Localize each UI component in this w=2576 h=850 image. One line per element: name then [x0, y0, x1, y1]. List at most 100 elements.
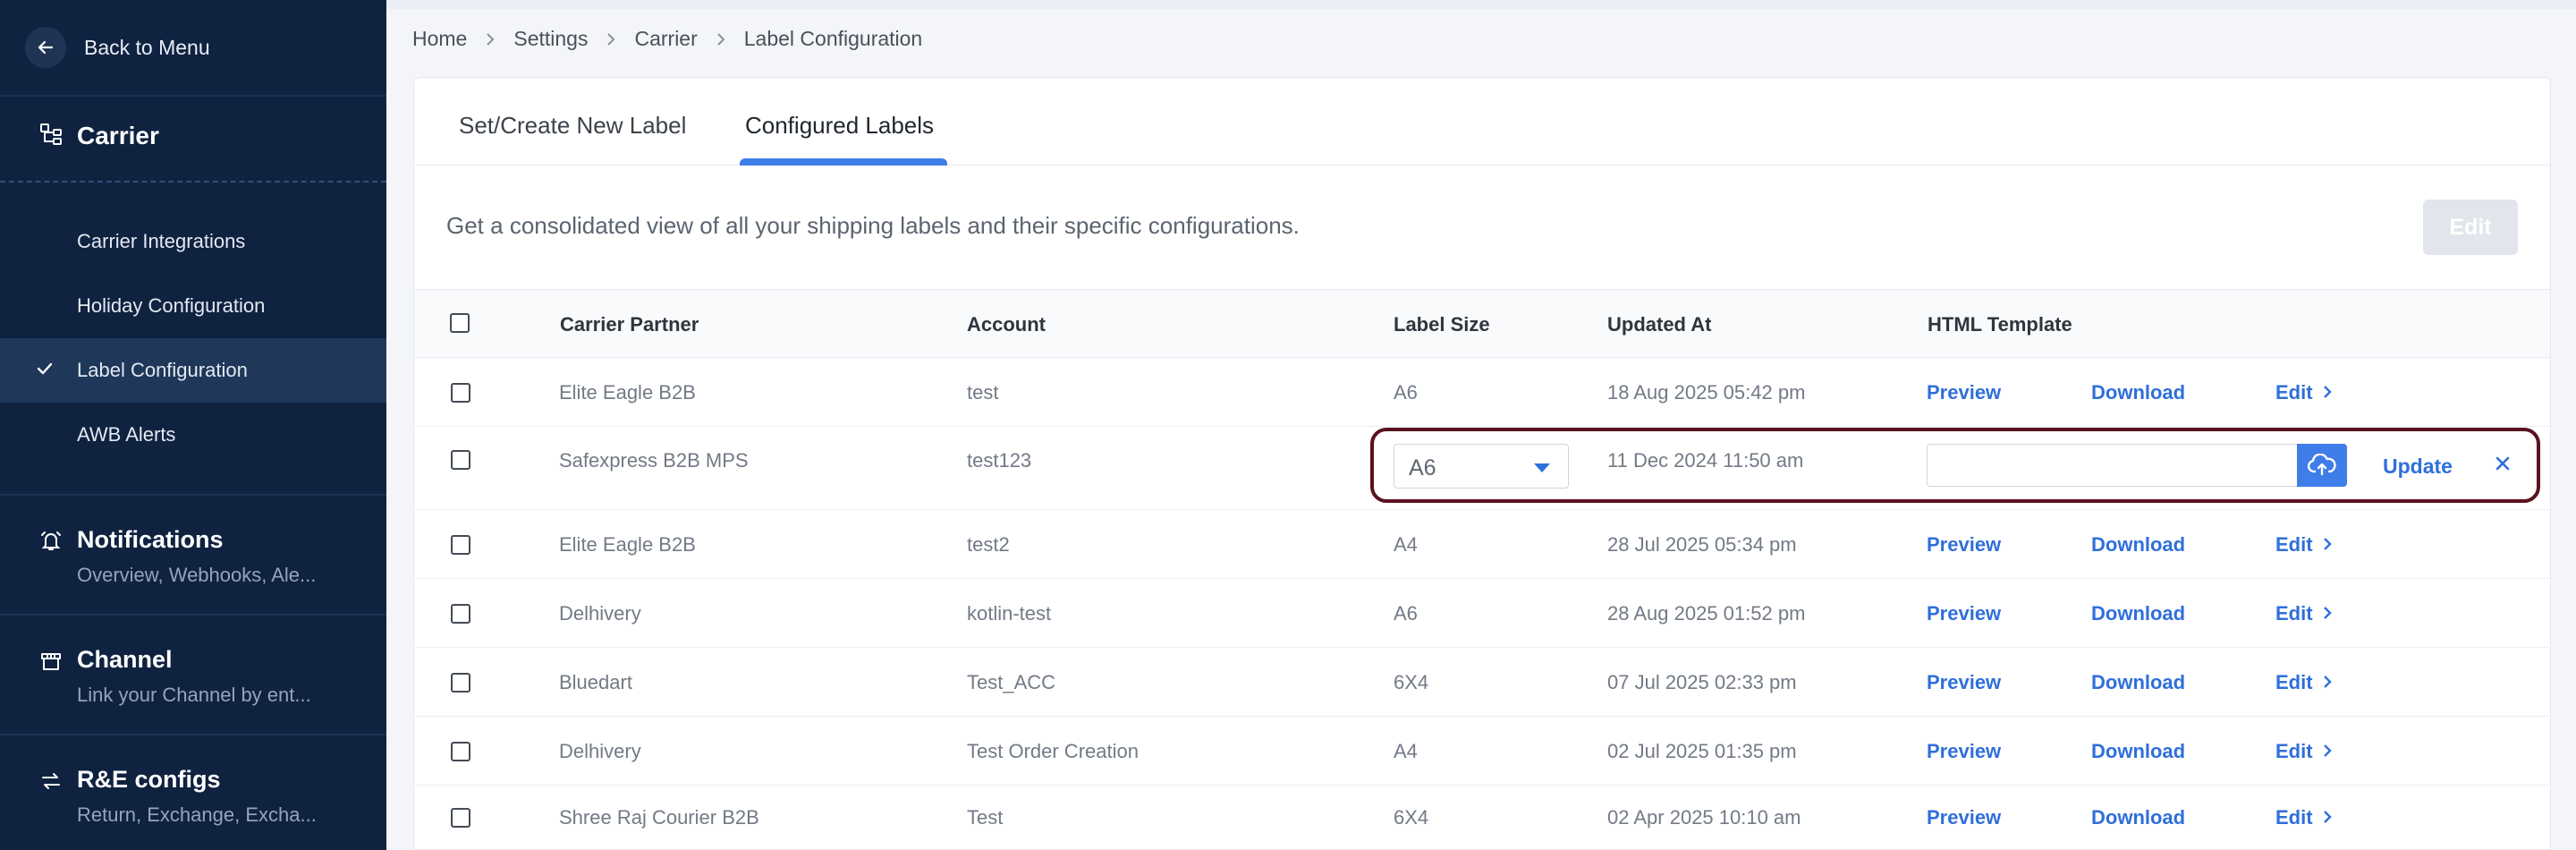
- edit-row-link[interactable]: Edit: [2275, 533, 2333, 557]
- download-link[interactable]: Download: [2091, 671, 2185, 694]
- download-link[interactable]: Download: [2091, 602, 2185, 625]
- download-link[interactable]: Download: [2091, 381, 2185, 404]
- group-title: Channel: [77, 646, 173, 673]
- preview-link[interactable]: Preview: [1927, 602, 2001, 625]
- cell-carrier-partner: Bluedart: [559, 671, 632, 693]
- chevron-right-icon: [2313, 806, 2333, 829]
- sidebar-item-label-configuration[interactable]: Label Configuration: [0, 338, 386, 403]
- edit-row-label: Edit: [2275, 740, 2313, 762]
- column-header-label-size: Label Size: [1394, 313, 1490, 336]
- row-checkbox[interactable]: [451, 450, 470, 470]
- column-header-updated-at: Updated At: [1607, 313, 1712, 336]
- table-row: [413, 510, 2551, 579]
- sidebar-section-title: Carrier: [77, 122, 159, 149]
- edit-row-label: Edit: [2275, 533, 2313, 556]
- cell-label-size: A4: [1394, 533, 1418, 556]
- sidebar-item-awb-alerts[interactable]: AWB Alerts: [0, 403, 386, 467]
- sidebar-group-notifications[interactable]: Notifications Overview, Webhooks, Ale...: [0, 494, 386, 614]
- cell-carrier-partner: Safexpress B2B MPS: [559, 449, 749, 472]
- page-description: Get a consolidated view of all your ship…: [446, 212, 1300, 239]
- sidebar-item-holiday-configuration[interactable]: Holiday Configuration: [0, 274, 386, 338]
- group-title: Notifications: [77, 526, 224, 553]
- edit-row-link[interactable]: Edit: [2275, 671, 2333, 694]
- caret-down-icon: [1534, 463, 1550, 472]
- cell-carrier-partner: Delhivery: [559, 602, 641, 625]
- chevron-right-icon: [716, 32, 726, 47]
- edit-row-link[interactable]: Edit: [2275, 381, 2333, 404]
- download-link[interactable]: Download: [2091, 806, 2185, 829]
- cell-label-size: A6: [1394, 602, 1418, 625]
- row-checkbox[interactable]: [451, 742, 470, 761]
- store-icon: [39, 650, 63, 677]
- row-checkbox[interactable]: [451, 604, 470, 624]
- label-size-select-value: A6: [1409, 455, 1436, 480]
- group-subtitle: Link your Channel by ent...: [77, 684, 311, 706]
- sidebar-item-label: Label Configuration: [77, 359, 248, 381]
- preview-link[interactable]: Preview: [1927, 671, 2001, 694]
- sidebar: Back to Menu Carrier Carrier Integration…: [0, 0, 386, 850]
- cell-account: test: [967, 381, 999, 404]
- table-row: [413, 358, 2551, 427]
- table-row: [413, 579, 2551, 648]
- download-link[interactable]: Download: [2091, 740, 2185, 763]
- edit-row-label: Edit: [2275, 381, 2313, 404]
- html-template-file-input[interactable]: [1927, 444, 2297, 487]
- chevron-right-icon: [2313, 533, 2333, 557]
- tab-configured-labels[interactable]: Configured Labels: [745, 112, 934, 140]
- column-header-account: Account: [967, 313, 1046, 336]
- arrow-left-icon: [25, 27, 66, 68]
- edit-row-link[interactable]: Edit: [2275, 602, 2333, 625]
- cell-carrier-partner: Shree Raj Courier B2B: [559, 806, 759, 829]
- cell-label-size: A6: [1394, 381, 1418, 404]
- sidebar-group-re-configs[interactable]: R&E configs Return, Exchange, Excha...: [0, 734, 386, 850]
- edit-button[interactable]: Edit: [2423, 200, 2518, 255]
- close-icon[interactable]: [2494, 455, 2512, 477]
- top-strip: [386, 0, 2576, 9]
- cloud-upload-icon[interactable]: [2297, 444, 2347, 487]
- breadcrumb-home[interactable]: Home: [412, 27, 467, 51]
- chevron-right-icon: [2313, 740, 2333, 763]
- breadcrumb-settings[interactable]: Settings: [513, 27, 588, 51]
- bell-icon: [39, 530, 63, 557]
- label-size-select[interactable]: A6: [1394, 444, 1569, 489]
- cell-label-size: A4: [1394, 740, 1418, 762]
- select-all-checkbox[interactable]: [450, 313, 470, 333]
- cell-updated-at: 18 Aug 2025 05:42 pm: [1607, 381, 1806, 404]
- update-link[interactable]: Update: [2383, 455, 2453, 479]
- chevron-right-icon: [2313, 381, 2333, 404]
- column-header-carrier-partner: Carrier Partner: [560, 313, 699, 336]
- edit-row-label: Edit: [2275, 806, 2313, 829]
- cell-updated-at: 02 Apr 2025 10:10 am: [1607, 806, 1801, 829]
- cell-account: Test Order Creation: [967, 740, 1139, 762]
- preview-link[interactable]: Preview: [1927, 806, 2001, 829]
- sidebar-group-channel[interactable]: Channel Link your Channel by ent...: [0, 614, 386, 734]
- check-icon: [36, 360, 54, 383]
- cell-account: test2: [967, 533, 1010, 556]
- row-checkbox[interactable]: [451, 535, 470, 555]
- breadcrumb: Home Settings Carrier Label Configuratio…: [412, 27, 922, 51]
- divider: [0, 95, 386, 97]
- download-link[interactable]: Download: [2091, 533, 2185, 557]
- back-to-menu-button[interactable]: Back to Menu: [25, 27, 210, 68]
- edit-row-link[interactable]: Edit: [2275, 740, 2333, 763]
- tab-set-create-new-label[interactable]: Set/Create New Label: [459, 112, 686, 140]
- breadcrumb-current: Label Configuration: [743, 27, 923, 50]
- sidebar-section-carrier[interactable]: Carrier: [39, 122, 159, 150]
- tab-bar: Set/Create New Label Configured Labels: [414, 78, 2550, 166]
- preview-link[interactable]: Preview: [1927, 533, 2001, 557]
- group-subtitle: Overview, Webhooks, Ale...: [77, 564, 317, 586]
- cell-updated-at: 28 Aug 2025 01:52 pm: [1607, 602, 1806, 625]
- exchange-icon: [39, 769, 63, 797]
- preview-link[interactable]: Preview: [1927, 381, 2001, 404]
- sidebar-item-label: Carrier Integrations: [77, 230, 246, 252]
- cell-account: kotlin-test: [967, 602, 1052, 625]
- sidebar-item-carrier-integrations[interactable]: Carrier Integrations: [0, 209, 386, 274]
- breadcrumb-carrier[interactable]: Carrier: [634, 27, 697, 51]
- edit-row-link[interactable]: Edit: [2275, 806, 2333, 829]
- preview-link[interactable]: Preview: [1927, 740, 2001, 763]
- row-checkbox[interactable]: [451, 808, 470, 828]
- row-checkbox[interactable]: [451, 673, 470, 693]
- cell-account: Test: [967, 806, 1004, 829]
- edit-row-label: Edit: [2275, 602, 2313, 625]
- row-checkbox[interactable]: [451, 383, 470, 403]
